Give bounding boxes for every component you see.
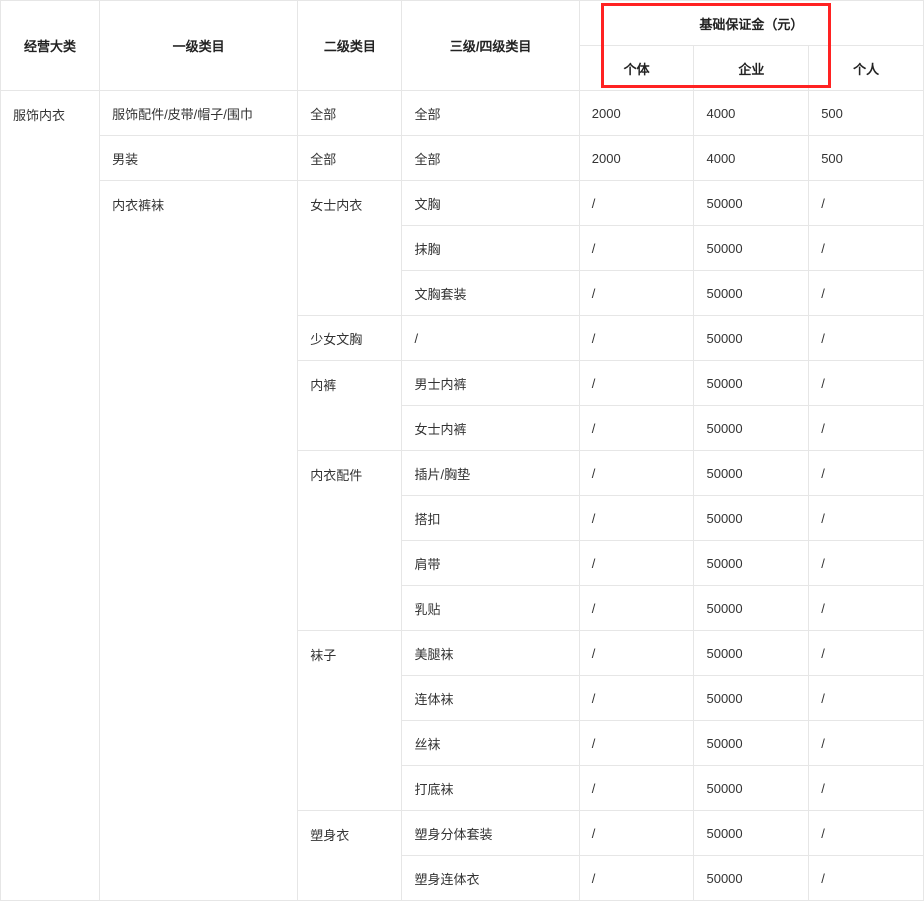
header-personal: 个人 (809, 46, 924, 91)
cell-l2: 袜子 (298, 631, 402, 811)
cell-l34: 连体袜 (402, 676, 579, 721)
cell-personal: / (809, 271, 924, 316)
cell-individual: / (579, 361, 694, 406)
cell-enterprise: 50000 (694, 271, 809, 316)
cell-l34: 美腿袜 (402, 631, 579, 676)
cell-personal: / (809, 856, 924, 901)
cell-personal: / (809, 181, 924, 226)
header-l34: 三级/四级类目 (402, 1, 579, 91)
cell-individual: / (579, 676, 694, 721)
cell-l1: 男装 (100, 136, 298, 181)
table-row: 服饰内衣 服饰配件/皮带/帽子/围巾 全部 全部 2000 4000 500 (1, 91, 924, 136)
cell-individual: / (579, 226, 694, 271)
cell-l34: 塑身分体套装 (402, 811, 579, 856)
cell-l34: 全部 (402, 91, 579, 136)
cell-major: 服饰内衣 (1, 91, 100, 901)
cell-l34: / (402, 316, 579, 361)
cell-individual: / (579, 181, 694, 226)
cell-l34: 乳贴 (402, 586, 579, 631)
header-l2: 二级类目 (298, 1, 402, 91)
cell-personal: / (809, 496, 924, 541)
cell-l34: 塑身连体衣 (402, 856, 579, 901)
cell-individual: 2000 (579, 136, 694, 181)
cell-l2: 内衣配件 (298, 451, 402, 631)
cell-personal: / (809, 361, 924, 406)
cell-personal: / (809, 226, 924, 271)
header-deposit: 基础保证金（元） (579, 1, 923, 46)
cell-enterprise: 50000 (694, 406, 809, 451)
cell-personal: / (809, 586, 924, 631)
cell-individual: / (579, 316, 694, 361)
cell-l34: 文胸 (402, 181, 579, 226)
cell-individual: / (579, 496, 694, 541)
cell-personal: 500 (809, 91, 924, 136)
cell-enterprise: 50000 (694, 586, 809, 631)
cell-l1: 服饰配件/皮带/帽子/围巾 (100, 91, 298, 136)
cell-l34: 女士内裤 (402, 406, 579, 451)
header-major: 经营大类 (1, 1, 100, 91)
deposit-table: 经营大类 一级类目 二级类目 三级/四级类目 基础保证金（元） 个体 企业 个人… (0, 0, 924, 901)
cell-individual: / (579, 721, 694, 766)
cell-personal: / (809, 766, 924, 811)
cell-personal: / (809, 451, 924, 496)
cell-individual: / (579, 271, 694, 316)
cell-personal: / (809, 721, 924, 766)
cell-personal: / (809, 811, 924, 856)
cell-enterprise: 50000 (694, 766, 809, 811)
table-row: 内衣裤袜 女士内衣 文胸 / 50000 / (1, 181, 924, 226)
cell-l34: 男士内裤 (402, 361, 579, 406)
cell-enterprise: 50000 (694, 181, 809, 226)
header-individual: 个体 (579, 46, 694, 91)
cell-enterprise: 50000 (694, 541, 809, 586)
cell-enterprise: 50000 (694, 496, 809, 541)
table-row: 男装 全部 全部 2000 4000 500 (1, 136, 924, 181)
cell-l2: 少女文胸 (298, 316, 402, 361)
cell-l34: 丝袜 (402, 721, 579, 766)
cell-l2: 塑身衣 (298, 811, 402, 901)
cell-l2: 内裤 (298, 361, 402, 451)
cell-l34: 插片/胸垫 (402, 451, 579, 496)
cell-individual: / (579, 766, 694, 811)
table-header-row-1: 经营大类 一级类目 二级类目 三级/四级类目 基础保证金（元） (1, 1, 924, 46)
header-enterprise: 企业 (694, 46, 809, 91)
cell-enterprise: 4000 (694, 136, 809, 181)
cell-enterprise: 50000 (694, 811, 809, 856)
cell-l2: 女士内衣 (298, 181, 402, 316)
cell-enterprise: 50000 (694, 721, 809, 766)
cell-personal: / (809, 631, 924, 676)
cell-enterprise: 50000 (694, 676, 809, 721)
cell-individual: / (579, 451, 694, 496)
cell-individual: / (579, 856, 694, 901)
cell-l2: 全部 (298, 91, 402, 136)
cell-individual: / (579, 631, 694, 676)
cell-l34: 全部 (402, 136, 579, 181)
cell-personal: / (809, 406, 924, 451)
cell-enterprise: 50000 (694, 856, 809, 901)
cell-l34: 抹胸 (402, 226, 579, 271)
cell-enterprise: 50000 (694, 361, 809, 406)
cell-enterprise: 4000 (694, 91, 809, 136)
cell-individual: / (579, 811, 694, 856)
cell-enterprise: 50000 (694, 631, 809, 676)
cell-personal: / (809, 676, 924, 721)
cell-personal: 500 (809, 136, 924, 181)
cell-individual: / (579, 586, 694, 631)
cell-enterprise: 50000 (694, 316, 809, 361)
cell-l34: 搭扣 (402, 496, 579, 541)
cell-l2: 全部 (298, 136, 402, 181)
cell-individual: / (579, 406, 694, 451)
header-l1: 一级类目 (100, 1, 298, 91)
cell-enterprise: 50000 (694, 451, 809, 496)
cell-individual: / (579, 541, 694, 586)
cell-personal: / (809, 541, 924, 586)
cell-l34: 文胸套装 (402, 271, 579, 316)
cell-l1: 内衣裤袜 (100, 181, 298, 901)
cell-l34: 肩带 (402, 541, 579, 586)
cell-personal: / (809, 316, 924, 361)
cell-l34: 打底袜 (402, 766, 579, 811)
cell-enterprise: 50000 (694, 226, 809, 271)
cell-individual: 2000 (579, 91, 694, 136)
